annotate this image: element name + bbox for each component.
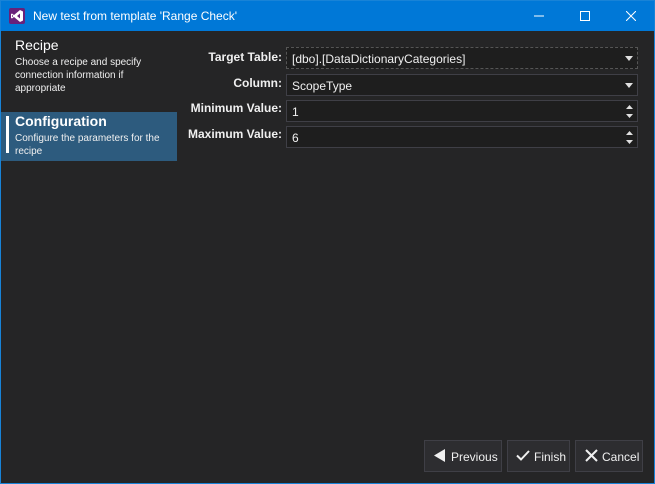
close-icon xyxy=(626,11,636,21)
active-step-indicator xyxy=(6,116,9,153)
spin-down-icon[interactable] xyxy=(625,138,634,146)
close-window-button[interactable] xyxy=(608,1,654,31)
step-description: Choose a recipe and specify connection i… xyxy=(15,57,142,94)
finish-label: Finish xyxy=(534,450,567,464)
dialog-window: New test from template 'Range Check' Rec… xyxy=(0,0,655,484)
column-dropdown[interactable]: ScopeType xyxy=(286,74,638,96)
cancel-button[interactable]: Cancel xyxy=(575,440,643,472)
previous-button[interactable]: Previous xyxy=(424,440,502,472)
visual-studio-icon xyxy=(9,8,25,24)
minimize-icon xyxy=(534,15,544,17)
step-description: Configure the parameters for the recipe xyxy=(15,133,160,157)
maximize-button[interactable] xyxy=(562,1,608,31)
column-value: ScopeType xyxy=(292,79,353,93)
spin-up-icon[interactable] xyxy=(625,129,634,137)
spin-up-icon[interactable] xyxy=(625,103,634,111)
step-title: Recipe xyxy=(15,37,59,53)
chevron-down-icon xyxy=(625,56,633,61)
configuration-form: Target Table: [dbo].[DataDictionaryCateg… xyxy=(177,31,654,441)
cancel-label: Cancel xyxy=(602,450,640,464)
maximum-value-stepper[interactable]: 6 xyxy=(286,126,638,148)
target-table-dropdown[interactable]: [dbo].[DataDictionaryCategories] xyxy=(286,47,638,69)
wizard-steps-sidebar: Recipe Choose a recipe and specify conne… xyxy=(1,31,177,483)
title-bar[interactable]: New test from template 'Range Check' xyxy=(1,1,654,31)
checkmark-icon xyxy=(516,450,530,461)
maximum-value: 6 xyxy=(292,131,299,145)
spin-down-icon[interactable] xyxy=(625,112,634,120)
column-label: Column: xyxy=(233,76,282,90)
target-table-label: Target Table: xyxy=(208,50,282,64)
minimum-value-label: Minimum Value: xyxy=(190,101,282,115)
target-table-value: [dbo].[DataDictionaryCategories] xyxy=(292,52,466,66)
step-title: Configuration xyxy=(15,113,107,129)
close-icon xyxy=(585,449,598,462)
minimum-value: 1 xyxy=(292,105,299,119)
chevron-down-icon xyxy=(625,83,633,88)
maximize-icon xyxy=(580,11,590,21)
maximum-value-label: Maximum Value: xyxy=(187,127,282,141)
finish-button[interactable]: Finish xyxy=(507,440,570,472)
step-recipe[interactable]: Recipe Choose a recipe and specify conne… xyxy=(1,31,177,101)
step-configuration[interactable]: Configuration Configure the parameters f… xyxy=(1,112,177,161)
minimize-button[interactable] xyxy=(516,1,562,31)
previous-label: Previous xyxy=(451,450,498,464)
window-title: New test from template 'Range Check' xyxy=(33,9,237,23)
minimum-value-stepper[interactable]: 1 xyxy=(286,100,638,122)
arrow-left-icon xyxy=(434,449,445,462)
